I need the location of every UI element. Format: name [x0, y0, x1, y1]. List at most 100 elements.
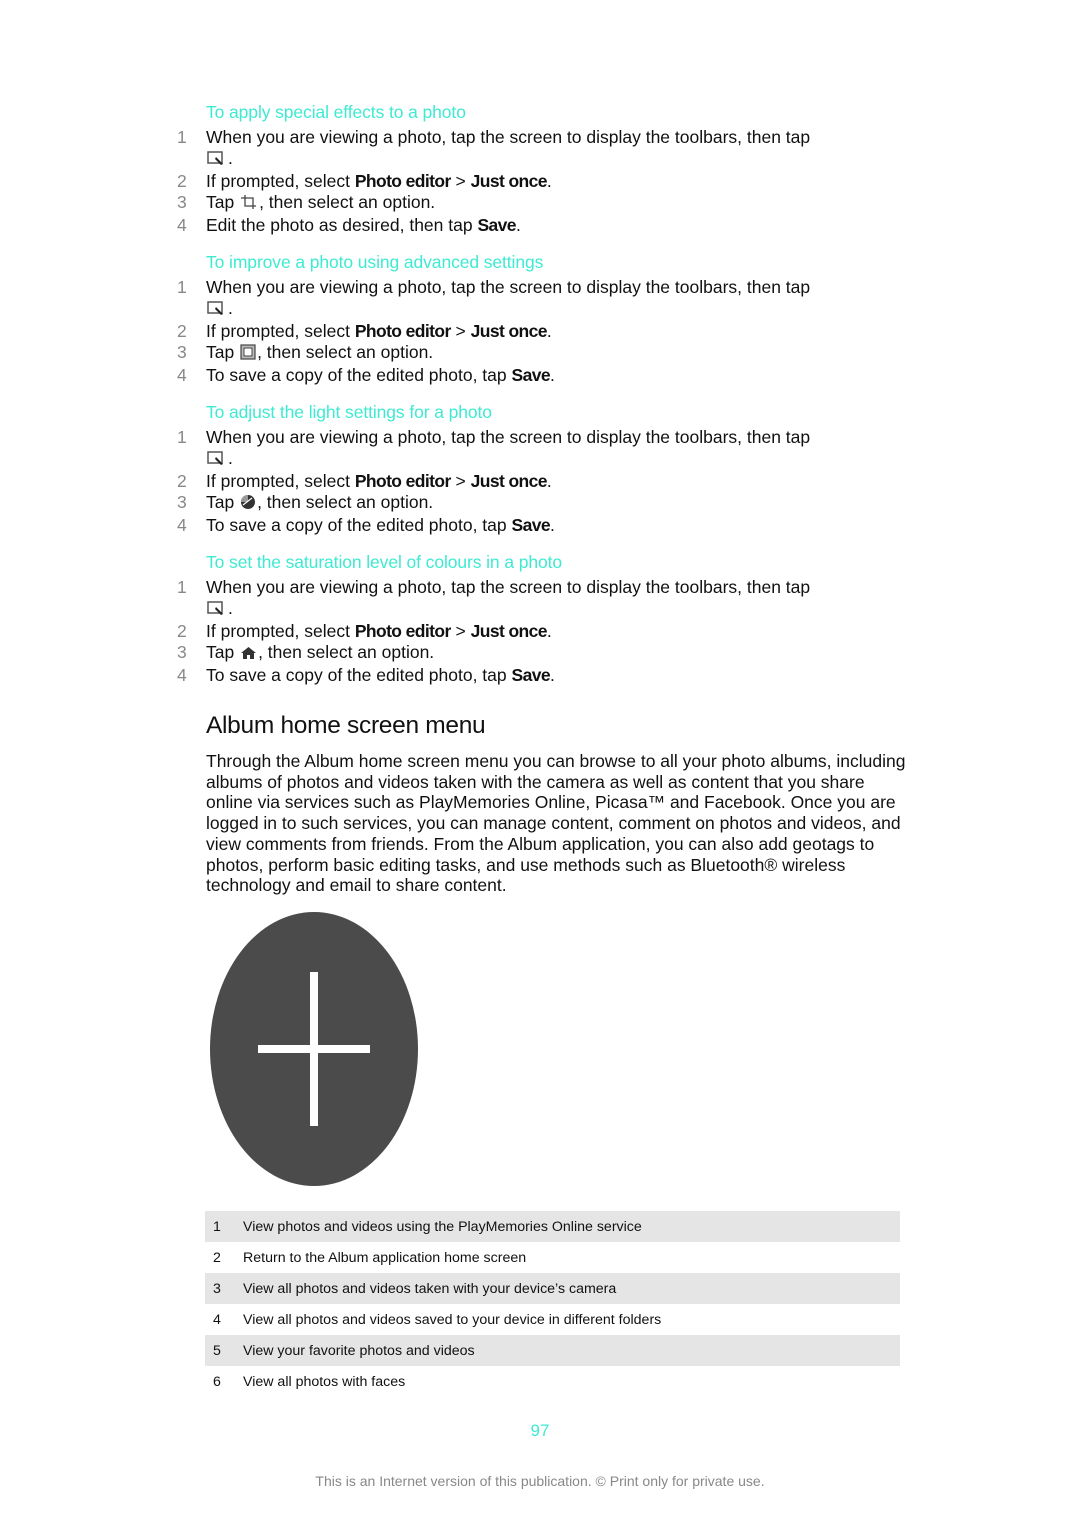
legend-text: View all photos and videos taken with yo… [243, 1280, 617, 1297]
legend-table: 1 View photos and videos using the PlayMe… [205, 1211, 900, 1397]
photo-edit-icon [207, 450, 227, 471]
step-text: Tap , then select an option. [206, 642, 894, 665]
legend-number: 1 [213, 1218, 221, 1235]
procedure-step: 4 To save a copy of the edited photo, tap… [174, 665, 894, 686]
figure-add-button [204, 906, 424, 1192]
step-text-post: . [228, 598, 233, 618]
step-text-post: . [549, 365, 555, 385]
legend-text: View your favorite photos and videos [243, 1342, 475, 1359]
frame-icon [240, 344, 256, 365]
step-text-pre: When you are viewing a photo, tap the sc… [206, 427, 811, 447]
step-text-pre: Tap [206, 492, 240, 512]
step-text: When you are viewing a photo, tap the sc… [206, 277, 894, 321]
step-text-pre: To save a copy of the edited photo, tap [206, 665, 512, 685]
legend-row: 2 Return to the Album application home sc… [205, 1242, 900, 1273]
document-page: To apply special effects to a photo 1 When… [0, 0, 1080, 1527]
step-number: 3 [177, 642, 187, 662]
step-number: 3 [177, 342, 187, 362]
page-number: 97 [530, 1421, 550, 1440]
step-text-pre: Tap [206, 342, 240, 362]
menu-separator: > [450, 471, 471, 491]
step-text-post: . [515, 215, 521, 235]
step-number: 3 [177, 492, 187, 512]
legend-number: 2 [213, 1249, 221, 1266]
legend-number: 6 [213, 1373, 221, 1390]
light-icon [240, 494, 256, 515]
step-text: Tap , then select an option. [206, 342, 894, 365]
step-number: 2 [177, 171, 187, 191]
step-text-post: , then select an option. [257, 492, 434, 512]
step-text-post: . [549, 665, 555, 685]
menu-separator: > [450, 321, 471, 341]
step-number: 4 [177, 215, 187, 235]
step-text-pre: Tap [206, 192, 240, 212]
step-number: 2 [177, 621, 187, 641]
step-number: 1 [177, 277, 187, 297]
procedure-step: 4 To save a copy of the edited photo, tap… [174, 365, 894, 386]
step-text-post: , then select an option. [258, 642, 435, 662]
step-text-post: . [549, 515, 555, 535]
legend-number: 5 [213, 1342, 221, 1359]
step-text: When you are viewing a photo, tap the sc… [206, 427, 894, 471]
step-number: 2 [177, 471, 187, 491]
procedure-step: 2 If prompted, select Photo editor > Just… [174, 171, 894, 192]
step-text: If prompted, select Photo editor > Just … [206, 471, 894, 492]
procedure-saturation: To set the saturation level of colours i… [174, 550, 894, 686]
step-text-pre: If prompted, select [206, 621, 355, 641]
step-text-post: . [228, 448, 233, 468]
legend-row: 1 View photos and videos using the PlayMe… [205, 1211, 900, 1242]
step-number: 1 [177, 577, 187, 597]
legend-number: 3 [213, 1280, 221, 1297]
step-text-pre: If prompted, select [206, 321, 355, 341]
procedure-step: 2 If prompted, select Photo editor > Just… [174, 321, 894, 342]
step-text: When you are viewing a photo, tap the sc… [206, 127, 894, 171]
step-text: If prompted, select Photo editor > Just … [206, 621, 894, 642]
procedure-title: To apply special effects to a photo [206, 102, 466, 122]
procedure-title: To set the saturation level of colours i… [206, 552, 563, 572]
legend-text: View all photos and videos saved to your… [243, 1311, 662, 1328]
legend-row: 6 View all photos with faces [205, 1366, 900, 1397]
step-text-post: . [546, 321, 552, 341]
procedure-title: To adjust the light settings for a photo [206, 402, 492, 422]
menu-separator: > [450, 171, 471, 191]
step-text-post: . [228, 148, 233, 168]
step-text: To save a copy of the edited photo, tap … [206, 665, 894, 686]
procedure-step: 1 When you are viewing a photo, tap the s… [174, 127, 894, 171]
procedure-advanced-settings: To improve a photo using advanced settin… [174, 250, 894, 386]
ui-label-bold: Just once [470, 471, 548, 491]
legend-text: View photos and videos using the PlayMem… [243, 1218, 642, 1235]
ui-label-bold: Photo editor [354, 621, 451, 641]
photo-edit-icon [207, 300, 227, 321]
section-intro: Through the Album home screen menu you c… [206, 751, 906, 896]
step-text-pre: To save a copy of the edited photo, tap [206, 365, 512, 385]
procedure-step: 3 Tap , then select an option. [174, 342, 894, 365]
procedure-step: 1 When you are viewing a photo, tap the s… [174, 577, 894, 621]
step-text-post: . [546, 621, 552, 641]
step-number: 2 [177, 321, 187, 341]
legend-row: 5 View your favorite photos and videos [205, 1335, 900, 1366]
procedure-step: 2 If prompted, select Photo editor > Just… [174, 621, 894, 642]
step-text-pre: When you are viewing a photo, tap the sc… [206, 277, 811, 297]
procedure-step: 3 Tap , then select an option. [174, 192, 894, 215]
procedure-step: 3 Tap , then select an option. [174, 492, 894, 515]
step-text: Tap , then select an option. [206, 492, 894, 515]
menu-separator: > [450, 621, 471, 641]
step-number: 1 [177, 427, 187, 447]
ui-label-bold: Save [511, 665, 551, 685]
step-text: If prompted, select Photo editor > Just … [206, 321, 894, 342]
ui-label-bold: Just once [470, 621, 548, 641]
ui-label-bold: Photo editor [354, 171, 451, 191]
footer-notice: This is an Internet version of this publ… [315, 1473, 765, 1489]
crop-icon [240, 194, 258, 215]
step-text: Tap , then select an option. [206, 192, 894, 215]
step-text: Edit the photo as desired, then tap Save… [206, 215, 894, 236]
step-text-pre: When you are viewing a photo, tap the sc… [206, 127, 811, 147]
step-text-pre: Tap [206, 642, 240, 662]
step-text-post: , then select an option. [257, 342, 434, 362]
saturation-icon [240, 644, 257, 665]
step-text: If prompted, select Photo editor > Just … [206, 171, 894, 192]
legend-row: 3 View all photos and videos taken with y… [205, 1273, 900, 1304]
step-text-pre: To save a copy of the edited photo, tap [206, 515, 512, 535]
step-number: 1 [177, 127, 187, 147]
ui-label-bold: Just once [470, 171, 548, 191]
